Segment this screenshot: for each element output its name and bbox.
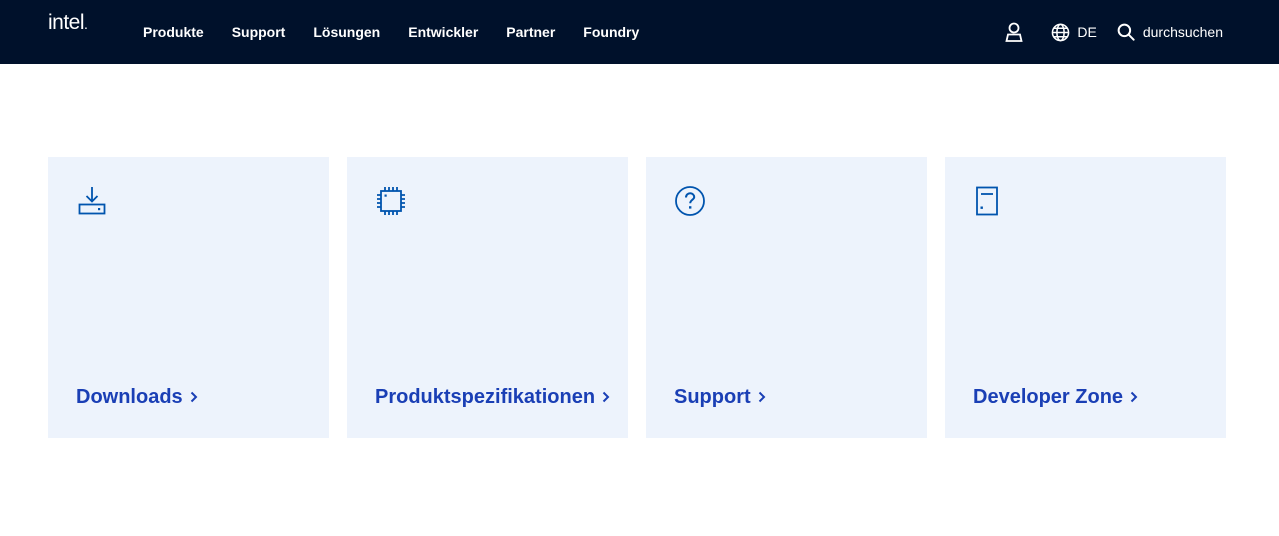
card-label-support: Support: [674, 386, 751, 408]
download-icon: [76, 185, 108, 222]
chip-icon: [375, 185, 407, 222]
quick-links-cards: Downloads Produktspezifikationen Support…: [48, 157, 1226, 438]
card-link-developer-zone[interactable]: Developer Zone: [973, 386, 1138, 409]
top-navigation-bar: intel. Produkte Support Lösungen Entwick…: [0, 0, 1279, 64]
card-label-developer-zone: Developer Zone: [973, 386, 1124, 408]
chevron-right-icon: [1130, 386, 1138, 409]
nav-item-loesungen[interactable]: Lösungen: [313, 24, 380, 40]
header-tools: DE durchsuchen: [1005, 0, 1223, 64]
search-label: durchsuchen: [1142, 24, 1223, 40]
chevron-right-icon: [758, 386, 766, 409]
card-produktspezifikationen[interactable]: Produktspezifikationen: [347, 157, 628, 438]
nav-item-foundry[interactable]: Foundry: [583, 24, 639, 40]
search-button[interactable]: durchsuchen: [1117, 23, 1223, 41]
document-icon: [973, 185, 1005, 222]
card-link-produktspezifikationen[interactable]: Produktspezifikationen: [375, 386, 610, 409]
language-selector[interactable]: DE: [1051, 23, 1097, 42]
nav-item-entwickler[interactable]: Entwickler: [408, 24, 478, 40]
user-icon: [1005, 22, 1024, 42]
language-label: DE: [1077, 24, 1097, 40]
nav-item-produkte[interactable]: Produkte: [143, 24, 204, 40]
globe-icon: [1051, 23, 1070, 42]
account-button[interactable]: [1005, 22, 1024, 42]
chevron-right-icon: [602, 386, 610, 409]
card-link-downloads[interactable]: Downloads: [76, 386, 198, 409]
card-link-support[interactable]: Support: [674, 386, 766, 409]
chevron-right-icon: [190, 386, 198, 409]
search-icon: [1117, 23, 1135, 41]
card-developer-zone[interactable]: Developer Zone: [945, 157, 1226, 438]
card-downloads[interactable]: Downloads: [48, 157, 329, 438]
logo-text: intel: [48, 11, 85, 34]
card-label-downloads: Downloads: [76, 386, 183, 408]
nav-item-support[interactable]: Support: [232, 24, 286, 40]
intel-logo[interactable]: intel.: [48, 11, 88, 35]
logo-dot: .: [84, 16, 88, 32]
nav-item-partner[interactable]: Partner: [506, 24, 555, 40]
main-nav: Produkte Support Lösungen Entwickler Par…: [143, 0, 667, 64]
card-label-produktspezifikationen: Produktspezifikationen: [375, 386, 596, 408]
help-icon: [674, 185, 706, 222]
card-support[interactable]: Support: [646, 157, 927, 438]
